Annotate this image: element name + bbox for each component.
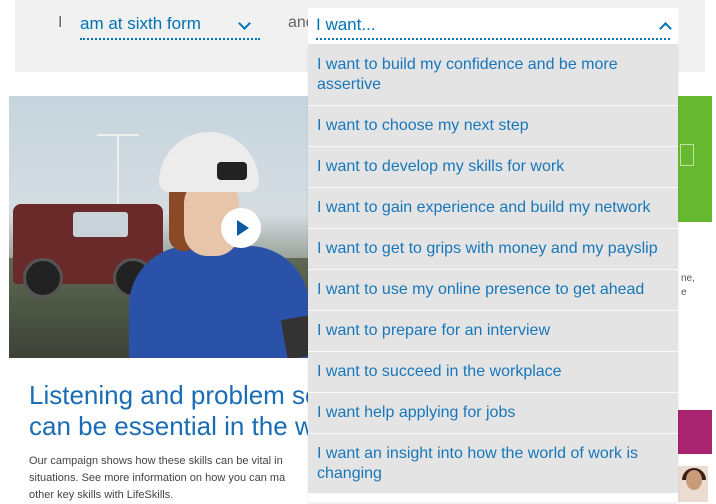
article-headline: Listening and problem so can be essentia… — [29, 380, 314, 442]
profile-thumbnail[interactable] — [678, 466, 708, 502]
chevron-up-icon — [659, 22, 672, 35]
body-line-3: other key skills with LifeSkills. — [29, 489, 174, 501]
side-line-2: e — [681, 287, 687, 298]
option-interview[interactable]: I want to prepare for an interview — [308, 311, 678, 352]
option-next-step[interactable]: I want to choose my next step — [308, 106, 678, 147]
side-line-1: ne, — [681, 273, 695, 284]
stage-dropdown[interactable]: am at sixth form — [80, 12, 260, 40]
body-line-2: situations. See more information on how … — [29, 472, 286, 484]
chevron-down-icon — [238, 17, 251, 30]
magenta-promo-tile[interactable] — [678, 410, 712, 454]
option-world-of-work[interactable]: I want an insight into how the world of … — [308, 434, 678, 494]
play-icon — [237, 220, 249, 236]
headline-line-2: can be essential in the wo — [29, 411, 314, 441]
body-line-1: Our campaign shows how these skills can … — [29, 455, 283, 467]
stage-dropdown-value: am at sixth form — [80, 14, 201, 33]
goal-dropdown-placeholder: I want... — [316, 15, 376, 34]
play-button[interactable] — [221, 208, 261, 248]
selector-prefix: I — [58, 14, 63, 31]
headline-line-1: Listening and problem so — [29, 380, 314, 410]
option-applying-jobs[interactable]: I want help applying for jobs — [308, 393, 678, 434]
goal-options-list: I want to build my confidence and be mor… — [308, 44, 678, 502]
worker-image — [129, 132, 309, 358]
option-workplace[interactable]: I want to succeed in the workplace — [308, 352, 678, 393]
option-money-payslip[interactable]: I want to get to grips with money and my… — [308, 229, 678, 270]
option-develop-skills[interactable]: I want to develop my skills for work — [308, 147, 678, 188]
dotted-underline — [316, 38, 670, 40]
goal-dropdown[interactable]: I want... — [308, 8, 678, 44]
hero-video-thumbnail[interactable] — [9, 96, 309, 358]
article-body: Our campaign shows how these skills can … — [29, 453, 314, 504]
side-snippet: ne, e — [681, 272, 695, 300]
option-confidence[interactable]: I want to build my confidence and be mor… — [308, 44, 678, 106]
option-gain-experience[interactable]: I want to gain experience and build my n… — [308, 188, 678, 229]
document-icon — [680, 144, 694, 166]
option-online-presence[interactable]: I want to use my online presence to get … — [308, 270, 678, 311]
green-promo-tile[interactable] — [678, 96, 712, 222]
